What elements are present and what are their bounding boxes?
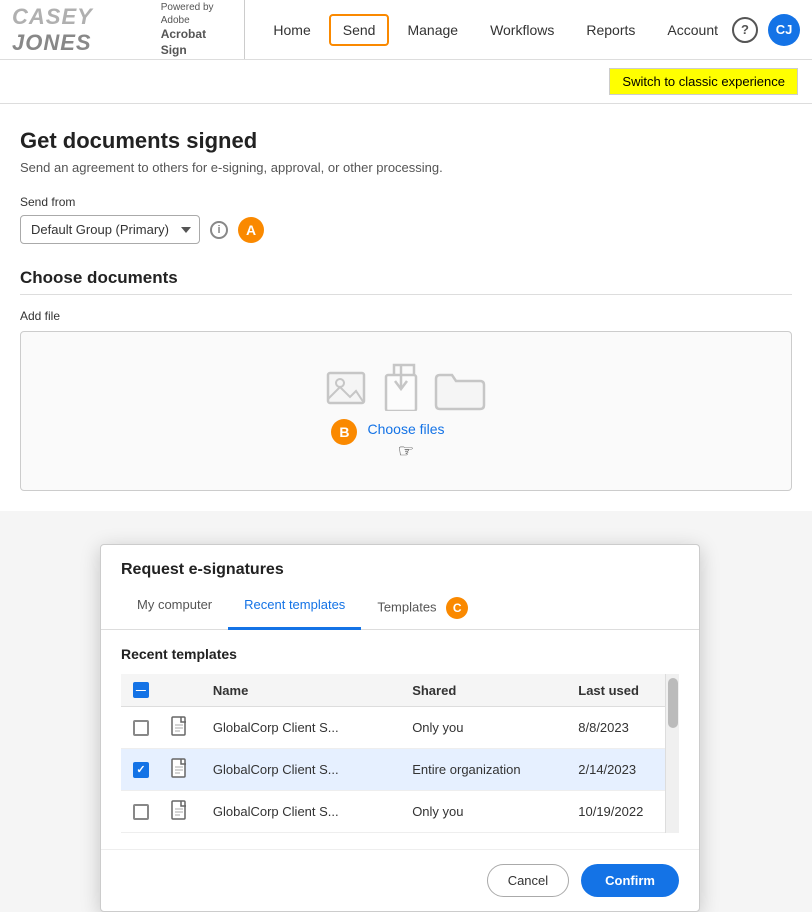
nav-workflows[interactable]: Workflows [476,14,568,46]
upload-icon [382,361,426,411]
file-drop-icons [326,361,486,411]
tab-my-computer[interactable]: My computer [121,589,228,630]
table-body: GlobalCorp Client S... Only you 8/8/2023 [121,707,679,833]
row1-name: GlobalCorp Client S... [203,707,402,749]
table-header-row: Name Shared Last used [121,674,679,707]
row1-icon [161,707,203,749]
nav-home[interactable]: Home [259,14,324,46]
image-icon [326,367,374,411]
scrollbar[interactable] [665,674,679,833]
nav-right: ? CJ [732,14,800,46]
confirm-button[interactable]: Confirm [581,864,679,897]
row2-checkbox-cell [121,749,161,791]
nav-account[interactable]: Account [653,14,732,46]
send-from-select[interactable]: Default Group (Primary) [20,215,200,244]
doc-icon-2 [171,758,189,778]
nav-reports[interactable]: Reports [572,14,649,46]
nav-bar: CASEY JONES Powered by Adobe Acrobat Sig… [0,0,812,60]
logo-text: CASEY JONES [12,4,151,56]
section-divider [20,294,792,295]
select-all-checkbox[interactable] [133,682,149,698]
th-name: Name [203,674,402,707]
th-checkbox [121,674,161,707]
add-file-label: Add file [20,309,792,323]
folder-icon [434,367,486,411]
powered-by: Powered by Adobe Acrobat Sign [161,1,231,58]
table-header: Name Shared Last used [121,674,679,707]
step-c-badge: C [446,597,468,619]
row2-checkbox[interactable] [133,762,149,778]
step-a-badge: A [238,217,264,243]
th-last-used: Last used [568,674,679,707]
send-from-info-icon[interactable]: i [210,221,228,239]
send-from-row: Default Group (Primary) i A [20,215,792,244]
row2-date: 2/14/2023 [568,749,679,791]
row2-shared: Entire organization [402,749,568,791]
modal-overlay: Request e-signatures My computer Recent … [100,544,700,912]
th-shared: Shared [402,674,568,707]
table-row[interactable]: GlobalCorp Client S... Only you 10/19/20… [121,791,679,833]
modal-footer: Cancel Confirm [101,849,699,911]
nav-manage[interactable]: Manage [393,14,472,46]
row3-icon [161,791,203,833]
row3-shared: Only you [402,791,568,833]
choose-files-link[interactable]: Choose files [367,421,444,437]
send-from-label: Send from [20,195,792,209]
tab-templates[interactable]: Templates C [361,589,484,630]
row2-icon [161,749,203,791]
choose-documents-title: Choose documents [20,268,792,288]
modal-body: Recent templates Name Shared [101,630,699,849]
row3-checkbox-cell [121,791,161,833]
page-title: Get documents signed [20,128,792,154]
row1-checkbox[interactable] [133,720,149,736]
tab-recent-templates[interactable]: Recent templates [228,589,361,630]
cancel-button[interactable]: Cancel [487,864,569,897]
step-b-badge: B [331,419,357,445]
table-row[interactable]: GlobalCorp Client S... Only you 8/8/2023 [121,707,679,749]
switch-bar: Switch to classic experience [0,60,812,104]
cursor-icon: ☞ [398,441,414,462]
switch-classic-button[interactable]: Switch to classic experience [609,68,798,95]
row3-date: 10/19/2022 [568,791,679,833]
row3-checkbox[interactable] [133,804,149,820]
templates-table-wrapper: Name Shared Last used [121,674,679,833]
help-button[interactable]: ? [732,17,758,43]
doc-icon-3 [171,800,189,820]
templates-table: Name Shared Last used [121,674,679,833]
row1-shared: Only you [402,707,568,749]
table-row[interactable]: GlobalCorp Client S... Entire organizati… [121,749,679,791]
logo-area: CASEY JONES Powered by Adobe Acrobat Sig… [12,0,245,59]
modal-tabs: My computer Recent templates Templates C [101,579,699,630]
page-subtitle: Send an agreement to others for e-signin… [20,160,792,175]
scrollbar-thumb [668,678,678,728]
row3-name: GlobalCorp Client S... [203,791,402,833]
file-drop-zone[interactable]: B Choose files ☞ [20,331,792,491]
row2-name: GlobalCorp Client S... [203,749,402,791]
nav-links: Home Send Manage Workflows Reports Accou… [259,14,732,46]
choose-files-area: B Choose files [367,421,444,439]
recent-templates-title: Recent templates [121,646,679,662]
nav-send[interactable]: Send [329,14,390,46]
doc-icon-1 [171,716,189,736]
row1-date: 8/8/2023 [568,707,679,749]
row1-checkbox-cell [121,707,161,749]
main-content: Get documents signed Send an agreement t… [0,104,812,511]
th-icon [161,674,203,707]
user-avatar[interactable]: CJ [768,14,800,46]
modal-title: Request e-signatures [101,545,699,579]
